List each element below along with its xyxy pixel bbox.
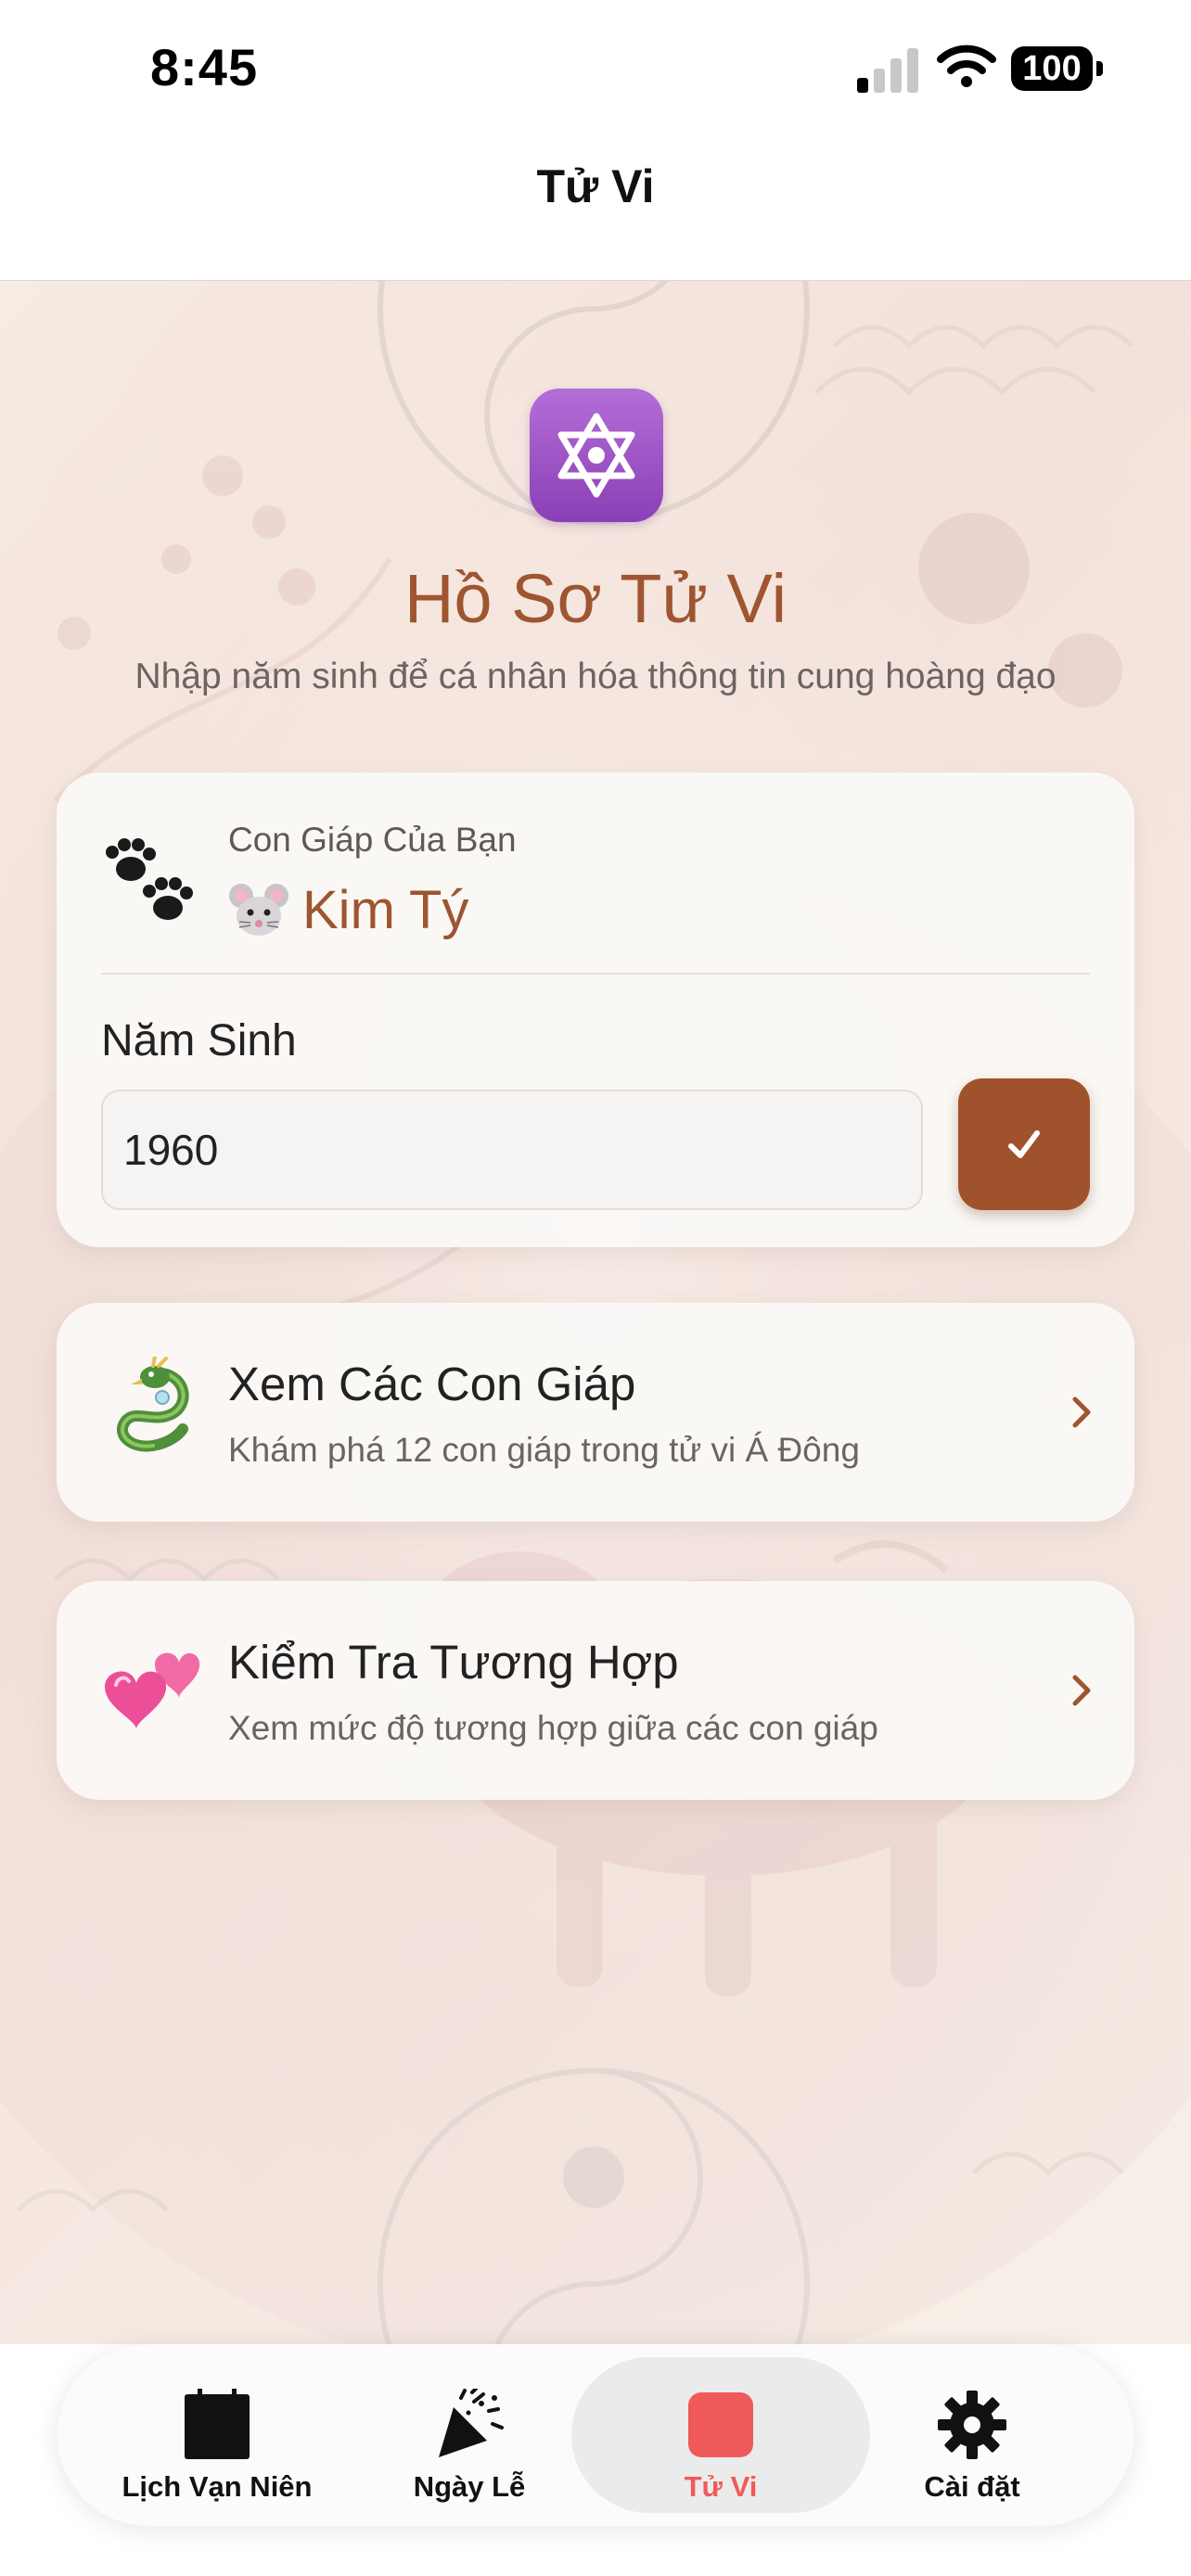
tab-ngay-le[interactable]: Ngày Lễ — [330, 2357, 608, 2513]
birth-year-input[interactable] — [101, 1090, 923, 1210]
nav-title: Tử Vi — [536, 160, 655, 212]
checkmark-icon — [1008, 1130, 1040, 1158]
cellular-signal-icon — [857, 48, 918, 93]
two-hearts-icon — [105, 1652, 200, 1729]
card-divider — [101, 973, 1090, 975]
zodiac-square-icon — [688, 2392, 753, 2457]
star-of-david-icon — [530, 389, 663, 522]
battery-tip — [1096, 61, 1103, 76]
menu-description: Xem mức độ tương hợp giữa các con giáp — [228, 1709, 878, 1747]
battery-level: 100 — [1011, 46, 1093, 91]
page-title: Hồ Sơ Tử Vi — [403, 560, 788, 637]
tab-lich-van-nien[interactable]: Lịch Vạn Niên — [78, 2357, 356, 2513]
tab-label: Tử Vi — [684, 2470, 758, 2503]
tab-label: Cài đặt — [924, 2470, 1020, 2503]
paw-prints-icon — [106, 838, 193, 920]
navigation-bar: Tử Vi — [0, 139, 1191, 281]
zodiac-label: Con Giáp Của Bạn — [228, 821, 517, 859]
chevron-right-icon — [1072, 1396, 1091, 1428]
party-popper-icon — [439, 2389, 504, 2457]
tab-cai-dat[interactable]: Cài đặt — [833, 2357, 1111, 2513]
dragon-icon — [117, 1357, 189, 1452]
menu-title: Kiểm Tra Tương Hợp — [228, 1636, 679, 1689]
menu-title: Xem Các Con Giáp — [228, 1358, 636, 1410]
confirm-button[interactable] — [958, 1078, 1090, 1210]
status-bar: 8:45 100 — [0, 0, 1191, 139]
tab-bar: Lịch Vạn Niên Ngày Lễ Tử Vi Cài đặt — [58, 2344, 1133, 2526]
zodiac-value: Kim Tý — [302, 879, 469, 940]
tab-tu-vi[interactable]: Tử Vi — [571, 2357, 870, 2513]
mouse-face-icon — [229, 884, 288, 936]
tab-label: Ngày Lễ — [413, 2470, 526, 2503]
zodiac-profile-card: Con Giáp Của Bạn Kim Tý Năm Sinh — [57, 772, 1134, 1247]
wifi-icon — [937, 45, 996, 87]
birth-year-label: Năm Sinh — [101, 1016, 297, 1065]
tab-label: Lịch Vạn Niên — [122, 2470, 313, 2503]
main-content[interactable]: Hồ Sơ Tử Vi Nhập năm sinh để cá nhân hóa… — [0, 281, 1191, 2344]
gear-icon — [938, 2391, 1006, 2459]
tab-bar-area: Lịch Vạn Niên Ngày Lễ Tử Vi Cài đặt — [0, 2344, 1191, 2576]
status-time: 8:45 — [150, 38, 259, 96]
calendar-icon — [185, 2389, 250, 2459]
battery-icon: 100 — [1011, 46, 1104, 91]
menu-description: Khám phá 12 con giáp trong tử vi Á Đông — [228, 1431, 860, 1469]
zodiac-value-row: Kim Tý — [228, 873, 468, 947]
page-subtitle: Nhập năm sinh để cá nhân hóa thông tin c… — [134, 657, 1057, 696]
view-zodiacs-card[interactable]: Xem Các Con Giáp Khám phá 12 con giáp tr… — [57, 1303, 1134, 1522]
chevron-right-icon — [1072, 1675, 1091, 1706]
compatibility-check-card[interactable]: Kiểm Tra Tương Hợp Xem mức độ tương hợp … — [57, 1581, 1134, 1800]
